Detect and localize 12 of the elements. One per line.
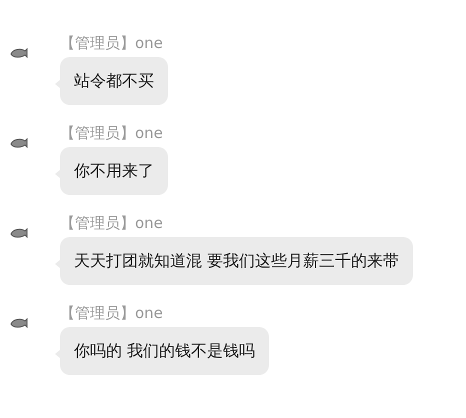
sender-name: 【管理员】one <box>60 123 164 143</box>
fish-icon <box>10 137 28 149</box>
sender-name: 【管理员】one <box>60 213 164 233</box>
fish-icon <box>10 227 28 239</box>
fish-icon <box>10 317 28 329</box>
message-bubble: 站令都不买 <box>60 57 168 105</box>
fish-icon <box>10 47 28 59</box>
sender-name: 【管理员】one <box>60 33 164 53</box>
message-bubble: 天天打团就知道混 要我们这些月薪三千的来带 <box>60 237 414 285</box>
message-bubble: 你不用来了 <box>60 147 168 195</box>
message-bubble: 你吗的 我们的钱不是钱吗 <box>60 327 270 375</box>
sender-name: 【管理员】one <box>60 303 164 323</box>
